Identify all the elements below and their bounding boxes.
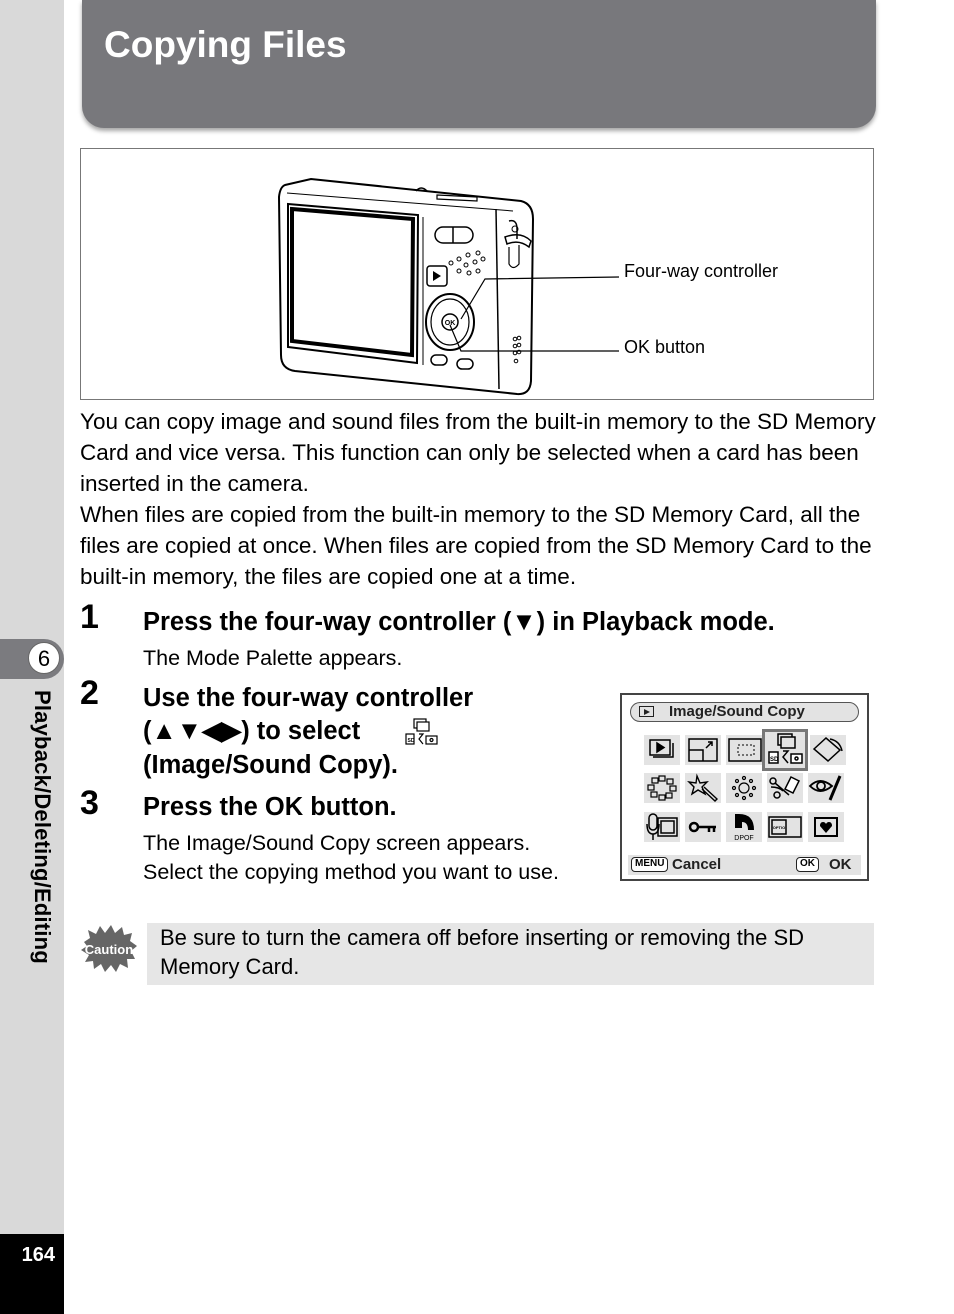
caution-icon: Caution <box>81 925 137 972</box>
color-filter-icon[interactable] <box>644 773 680 803</box>
caution-note: Be sure to turn the camera off before in… <box>147 923 874 985</box>
digital-filter-icon[interactable] <box>685 773 721 803</box>
step-description: The Mode Palette appears. <box>143 646 403 670</box>
ok-button[interactable]: OK <box>829 855 852 875</box>
cropping-icon[interactable] <box>726 735 762 765</box>
page-title: Copying Files <box>104 24 347 65</box>
callout-ok-button: OK button <box>624 337 706 357</box>
step-number: 2 <box>80 674 99 712</box>
protect-icon[interactable] <box>685 812 721 842</box>
cancel-button[interactable]: Cancel <box>672 855 721 875</box>
chapter-sidebar <box>0 0 64 1234</box>
chapter-label: Playback/Deleting/Editing <box>30 690 55 964</box>
svg-text:Caution: Caution <box>85 942 133 957</box>
camera-figure: OK Four-way controller OK button <box>80 148 874 400</box>
screen-header: Image/Sound Copy <box>630 702 859 722</box>
playback-icon <box>639 706 654 717</box>
intro-paragraph: When files are copied from the built-in … <box>80 502 872 589</box>
step-title-line: Use the four-way controller <box>143 684 474 712</box>
callout-line-four-way <box>460 276 620 320</box>
menu-key: MENU <box>631 857 669 872</box>
intro-paragraph: You can copy image and sound files from … <box>80 409 876 496</box>
chapter-number: 6 <box>28 642 60 674</box>
brightness-filter-icon[interactable] <box>726 773 762 803</box>
favorites-icon[interactable] <box>808 812 844 842</box>
callout-four-way-controller: Four-way controller <box>624 261 779 281</box>
svg-text:SD: SD <box>770 757 779 763</box>
callout-line-ok <box>449 324 619 352</box>
chapter-tab: 6 <box>0 639 64 679</box>
step-description: The Image/Sound Copy screen appears. <box>143 831 531 855</box>
slideshow-icon[interactable] <box>644 735 680 765</box>
frame-composite-icon[interactable] <box>808 773 844 803</box>
screen-title: Image/Sound Copy <box>669 703 805 720</box>
step-description: Select the copying method you want to us… <box>143 860 559 884</box>
step-title-line: (▲▼◀▶) to select <box>143 717 361 745</box>
page-number: 164 <box>21 1244 55 1266</box>
step-number: 3 <box>80 784 99 822</box>
svg-text:DPOF: DPOF <box>734 835 753 842</box>
svg-text:SD: SD <box>408 738 415 744</box>
image-sound-copy-icon[interactable]: SD <box>762 729 808 771</box>
step-number: 1 <box>80 598 99 636</box>
step-title: Press the four-way controller (▼) in Pla… <box>143 608 775 636</box>
ok-key: OK <box>796 857 819 872</box>
caution-text: Be sure to turn the camera off before in… <box>160 925 805 979</box>
intro-text: You can copy image and sound files from … <box>80 406 880 592</box>
svg-text:OPTIO: OPTIO <box>773 825 785 830</box>
red-eye-icon[interactable] <box>767 773 803 803</box>
dpof-icon[interactable]: DPOF <box>726 812 762 842</box>
step-title-line: (Image/Sound Copy). <box>143 751 398 779</box>
screen-footer: MENU Cancel OK OK <box>628 855 861 875</box>
resize-icon[interactable] <box>685 735 721 765</box>
startup-screen-icon[interactable]: OPTIO <box>767 812 803 842</box>
page-number-box: 164 <box>0 1234 64 1314</box>
title-banner: Copying Files <box>82 0 876 128</box>
lcd-screen <box>287 202 420 365</box>
camera-screen-mode-palette: Image/Sound Copy SD DPOF OPTIO MENU Canc… <box>620 693 869 881</box>
step-title: Press the OK button. <box>143 793 397 821</box>
rotate-icon[interactable] <box>810 735 846 765</box>
image-sound-copy-icon: SD <box>405 718 438 745</box>
voice-memo-icon[interactable] <box>644 812 680 842</box>
